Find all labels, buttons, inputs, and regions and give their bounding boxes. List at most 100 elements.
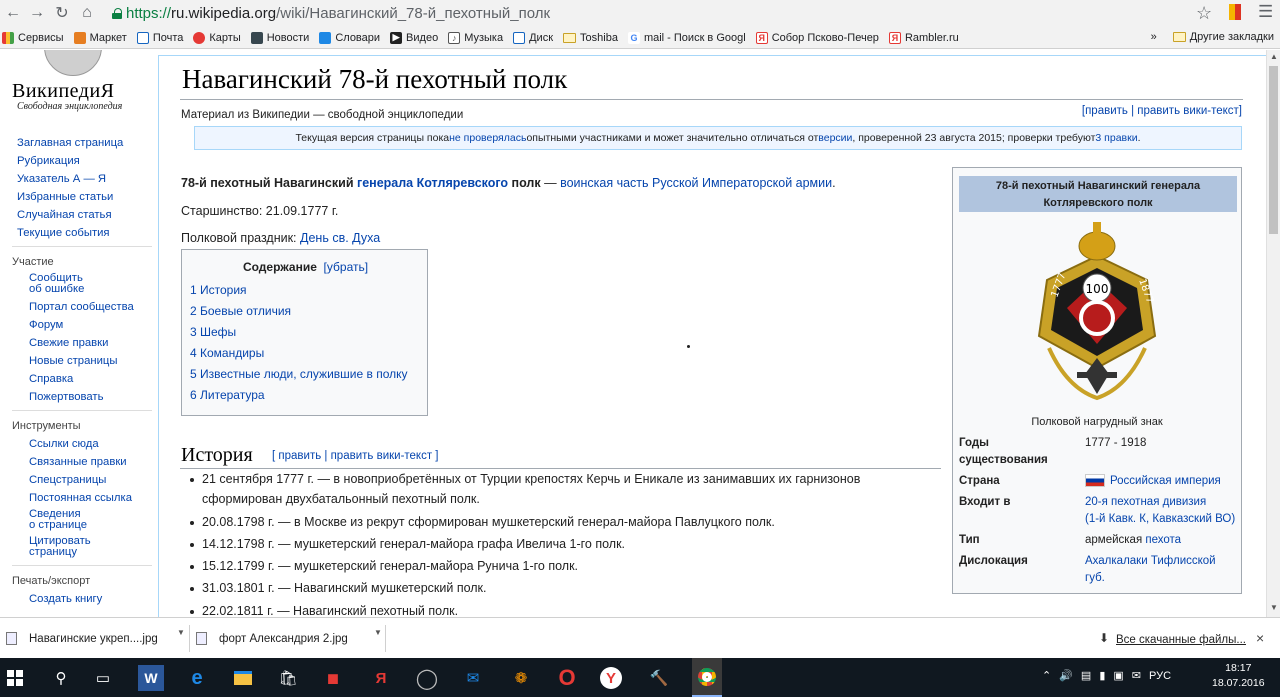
toc-item[interactable]: 2 Боевые отличия <box>190 304 291 318</box>
network-icon[interactable]: ▤ <box>1081 669 1091 682</box>
sidebar-item-main-page[interactable]: Заглавная страница <box>0 134 158 152</box>
reload-icon[interactable]: ↻ <box>51 2 73 24</box>
bookmark-services[interactable]: Сервисы <box>2 31 64 44</box>
windows-start-icon[interactable] <box>2 665 28 691</box>
sidebar-item-community-portal[interactable]: Портал сообщества <box>0 298 158 316</box>
yandex-icon[interactable]: Я <box>368 665 394 691</box>
lead-text: — <box>540 176 561 190</box>
version-link[interactable]: версии <box>818 132 852 144</box>
toc-item[interactable]: 4 Командиры <box>190 346 264 360</box>
display-icon[interactable]: ▣ <box>1113 669 1123 682</box>
store-icon[interactable]: 🛍 <box>275 665 301 691</box>
close-icon[interactable]: × <box>1256 630 1264 646</box>
bookmark-dictionaries[interactable]: Словари <box>319 31 380 44</box>
toc-item[interactable]: 3 Шефы <box>190 325 236 339</box>
language-indicator[interactable]: РУС <box>1149 670 1171 682</box>
chevron-double-icon[interactable]: » <box>1151 31 1157 43</box>
paint-icon[interactable]: ❁ <box>508 665 534 691</box>
media-player-icon[interactable]: ◼ <box>320 665 346 691</box>
tool-icon[interactable]: 🔨 <box>646 665 672 691</box>
mail-app-icon[interactable]: ✉ <box>460 665 486 691</box>
bookmark-mail[interactable]: Почта <box>136 31 183 44</box>
pending-edits-link[interactable]: 3 правки <box>1095 132 1137 144</box>
sidebar-item-cite[interactable]: Цитировать страницу <box>0 534 158 561</box>
sidebar-item-new-pages[interactable]: Новые страницы <box>0 352 158 370</box>
divider <box>12 565 152 566</box>
bookmark-disk[interactable]: Диск <box>513 31 553 44</box>
toc-item[interactable]: 5 Известные люди, служившие в полку <box>190 367 408 381</box>
page-scrollbar[interactable]: ▲ ▼ <box>1266 50 1280 617</box>
division-link[interactable]: 20-я пехотная дивизия <box>1085 496 1206 508</box>
word-icon[interactable]: W <box>138 665 164 691</box>
system-clock[interactable]: 18:17 18.07.2016 <box>1212 661 1265 691</box>
kotlyarevsky-link[interactable]: генерала Котляревского <box>357 176 508 190</box>
yandex-browser-icon[interactable]: Y <box>600 667 622 689</box>
toc-toggle[interactable]: [убрать] <box>324 260 369 274</box>
country-link[interactable]: Российская империя <box>1110 475 1221 487</box>
sidebar-item-related-changes[interactable]: Связанные правки <box>0 453 158 471</box>
extension-icon[interactable] <box>1229 4 1241 20</box>
sidebar-item-special-pages[interactable]: Спецстраницы <box>0 471 158 489</box>
bookmark-rambler[interactable]: Я Rambler.ru <box>888 31 959 44</box>
caret-icon[interactable]: ▼ <box>177 628 185 637</box>
sidebar-item-create-book[interactable]: Создать книгу <box>0 590 158 608</box>
sidebar-item-categories[interactable]: Рубрикация <box>0 152 158 170</box>
edit-links[interactable]: [править | править вики-текст] <box>1082 105 1242 117</box>
forward-icon[interactable]: → <box>26 2 48 24</box>
show-all-downloads[interactable]: Все скачанные файлы... <box>1116 634 1246 646</box>
other-bookmarks[interactable]: Другие закладки <box>1190 31 1274 43</box>
sidebar-item-index[interactable]: Указатель А — Я <box>0 170 158 188</box>
sidebar-item-what-links-here[interactable]: Ссылки сюда <box>0 435 158 453</box>
unreviewed-link[interactable]: не проверялась <box>449 132 526 144</box>
chevron-up-icon[interactable]: ⌃ <box>1042 669 1051 682</box>
section-edit-links[interactable]: [ править | править вики-текст ] <box>272 450 439 462</box>
edge-icon[interactable]: e <box>184 665 210 691</box>
scroll-down-icon[interactable]: ▼ <box>1270 603 1278 612</box>
bookmark-toshiba[interactable]: Toshiba <box>563 32 618 44</box>
bookmark-maps[interactable]: Карты <box>193 31 241 44</box>
app-circle-icon[interactable]: ◯ <box>414 665 440 691</box>
sidebar-item-current-events[interactable]: Текущие события <box>0 224 158 242</box>
toc-item[interactable]: 6 Литература <box>190 388 265 402</box>
task-view-icon[interactable]: ▭ <box>90 665 116 691</box>
battery-icon[interactable]: ▮ <box>1099 669 1105 682</box>
bookmark-news[interactable]: Новости <box>250 31 309 44</box>
toc-item[interactable]: 1 История <box>190 283 247 297</box>
chrome-icon[interactable] <box>692 658 722 697</box>
bookmark-google-search[interactable]: Gmail - Поиск в Googl <box>627 31 746 44</box>
notification-icon[interactable]: ✉ <box>1132 669 1141 682</box>
download-item[interactable]: Навагинские укреп....jpg ▼ <box>0 625 190 652</box>
bookmark-star-icon[interactable]: ☆ <box>1196 3 1212 24</box>
sidebar-item-forum[interactable]: Форум <box>0 316 158 334</box>
menu-icon[interactable]: ☰ <box>1258 2 1273 22</box>
bookmark-sobor[interactable]: Я Собор Псково-Печер <box>755 31 879 44</box>
corps-link[interactable]: (1-й Кавк. К, Кавказский ВО) <box>1085 513 1235 525</box>
scroll-up-icon[interactable]: ▲ <box>1270 52 1278 61</box>
scrollbar-thumb[interactable] <box>1269 66 1278 234</box>
download-item[interactable]: форт Александрия 2.jpg ▼ <box>190 625 386 652</box>
sidebar-item-page-info[interactable]: Сведения о странице <box>0 507 158 534</box>
sidebar-item-report-error[interactable]: Сообщить об ошибке <box>0 271 158 298</box>
sidebar-item-random[interactable]: Случайная статья <box>0 206 158 224</box>
location-link[interactable]: Ахалкалаки Тифлисской губ. <box>1085 553 1235 587</box>
bookmark-music[interactable]: ♪ Музыка <box>448 31 503 44</box>
opera-icon[interactable]: O <box>554 665 580 691</box>
search-icon[interactable]: ⚲ <box>48 665 74 691</box>
sidebar-item-featured[interactable]: Избранные статьи <box>0 188 158 206</box>
sidebar-item-permanent-link[interactable]: Постоянная ссылка <box>0 489 158 507</box>
regimental-badge-image[interactable]: 100 1777 1877 <box>1027 218 1167 408</box>
file-explorer-icon[interactable] <box>230 665 256 691</box>
caret-icon[interactable]: ▼ <box>374 628 382 637</box>
home-icon[interactable]: ⌂ <box>76 2 98 24</box>
sidebar-item-recent-changes[interactable]: Свежие правки <box>0 334 158 352</box>
address-bar[interactable]: https://ru.wikipedia.org/wiki/Навагински… <box>112 2 1218 24</box>
holiday-link[interactable]: День св. Духа <box>300 231 380 245</box>
volume-icon[interactable]: 🔊 <box>1059 669 1073 682</box>
bookmark-video[interactable]: ▶ Видео <box>390 31 438 44</box>
sidebar-item-donate[interactable]: Пожертвовать <box>0 388 158 406</box>
military-unit-link[interactable]: воинская часть Русской Императорской арм… <box>560 176 832 190</box>
sidebar-item-help[interactable]: Справка <box>0 370 158 388</box>
back-icon[interactable]: ← <box>2 2 24 24</box>
bookmark-market[interactable]: Маркет <box>73 31 127 44</box>
infantry-link[interactable]: пехота <box>1145 534 1181 546</box>
